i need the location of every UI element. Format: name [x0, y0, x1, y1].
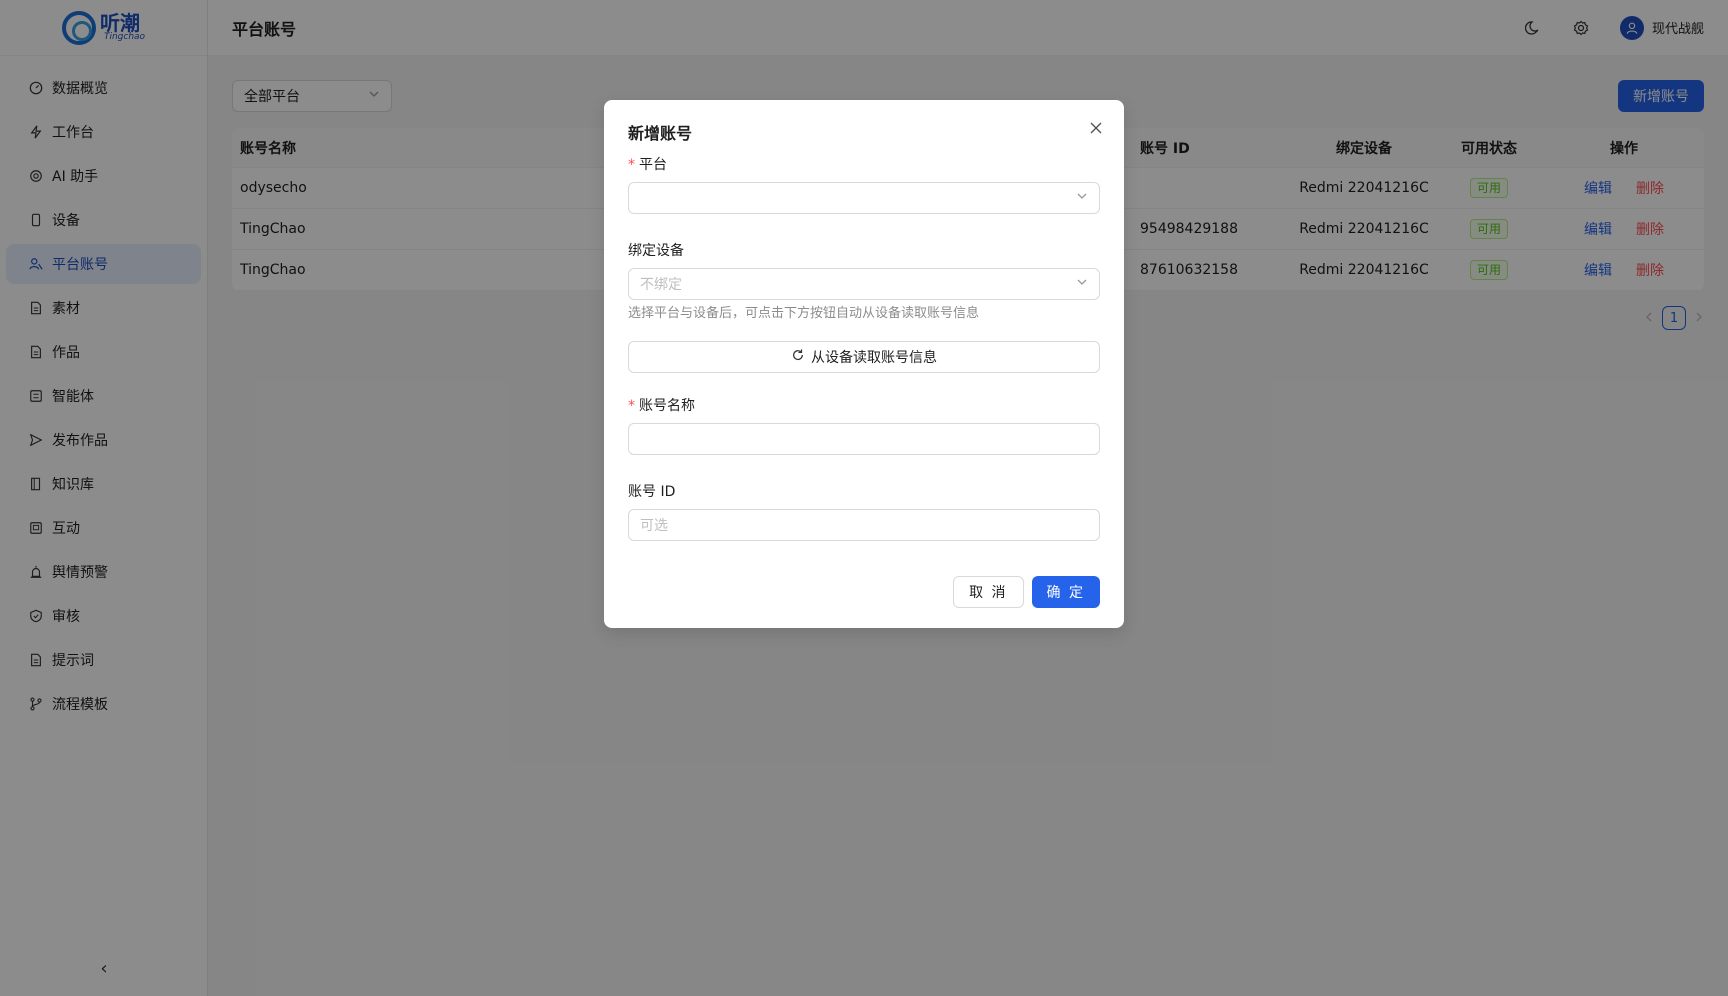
- device-select-placeholder: 不绑定: [640, 277, 682, 293]
- device-label: 绑定设备: [628, 243, 684, 259]
- platform-select[interactable]: [628, 182, 1100, 214]
- account-name-field: * 账号名称: [628, 395, 1100, 455]
- modal-footer: 取 消 确 定: [953, 576, 1100, 608]
- close-icon[interactable]: [1086, 118, 1106, 138]
- confirm-button[interactable]: 确 定: [1031, 576, 1100, 608]
- chevron-down-icon: [1076, 276, 1088, 292]
- cancel-button[interactable]: 取 消: [953, 576, 1024, 608]
- device-field: 绑定设备 不绑定 选择平台与设备后，可点击下方按钮自动从设备读取账号信息: [628, 240, 1100, 321]
- add-account-modal: 新增账号 * 平台 绑定设备 不绑定 选择平台与设备后，可点击下方按钮自动从设备读…: [604, 100, 1124, 628]
- device-select[interactable]: 不绑定: [628, 268, 1100, 300]
- read-from-device-label: 从设备读取账号信息: [811, 350, 937, 366]
- account-id-placeholder: 可选: [640, 518, 668, 534]
- account-id-field: 账号 ID 可选: [628, 481, 1100, 541]
- account-id-label: 账号 ID: [628, 484, 676, 500]
- platform-field: * 平台: [628, 154, 1100, 214]
- required-mark: *: [628, 398, 635, 414]
- required-mark: *: [628, 157, 635, 173]
- account-name-input[interactable]: [628, 423, 1100, 455]
- chevron-down-icon: [1076, 190, 1088, 206]
- modal-title: 新增账号: [628, 124, 693, 143]
- refresh-icon: [791, 348, 805, 366]
- read-from-device-button[interactable]: 从设备读取账号信息: [628, 341, 1100, 373]
- device-hint: 选择平台与设备后，可点击下方按钮自动从设备读取账号信息: [628, 306, 980, 321]
- platform-label: 平台: [639, 157, 667, 173]
- account-name-label: 账号名称: [639, 398, 695, 414]
- account-id-input[interactable]: 可选: [628, 509, 1100, 541]
